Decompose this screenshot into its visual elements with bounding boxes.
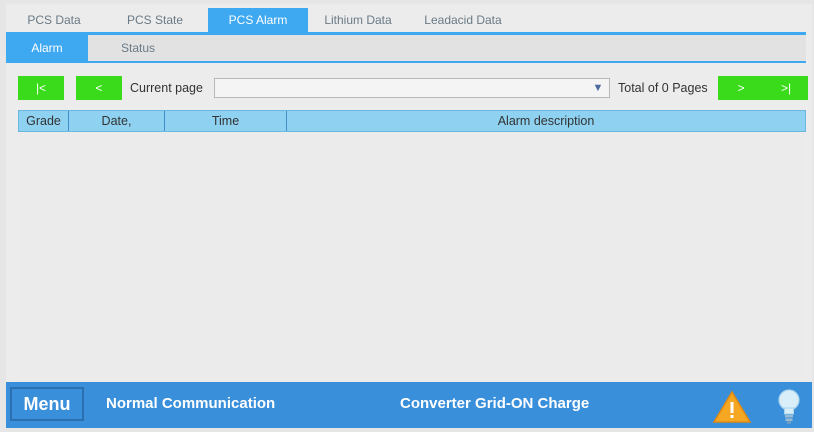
converter-status: Converter Grid-ON Charge — [400, 395, 590, 412]
communication-status: Normal Communication — [106, 395, 276, 412]
tab-pcs-alarm[interactable]: PCS Alarm — [208, 8, 308, 32]
sub-tab-bar: Alarm Status — [6, 35, 806, 61]
previous-page-button[interactable]: < — [76, 76, 122, 100]
first-page-button[interactable]: |< — [18, 76, 64, 100]
tab-status[interactable]: Status — [88, 35, 188, 61]
column-header-alarm-description: Alarm description — [497, 114, 595, 128]
column-header-grade: Grade — [19, 111, 69, 131]
total-pages-label: Total of 0 Pages — [618, 81, 708, 95]
tab-pcs-state[interactable]: PCS State — [102, 8, 208, 32]
menu-button[interactable]: Menu — [10, 387, 84, 421]
status-bar: Menu Normal Communication Converter Grid… — [6, 382, 812, 428]
top-tab-bar: PCS Data PCS State PCS Alarm Lithium Dat… — [6, 8, 812, 32]
column-header-time: Time — [165, 111, 287, 131]
current-page-label: Current page — [130, 81, 203, 95]
column-header-date: Date, — [69, 111, 165, 131]
alarm-table-header: Grade Date, Time Alarm description — [18, 110, 806, 132]
current-page-select[interactable]: ▼ — [214, 78, 610, 98]
tab-alarm[interactable]: Alarm — [6, 35, 88, 61]
tab-pcs-data[interactable]: PCS Data — [6, 8, 102, 32]
sub-tab-underline — [6, 61, 806, 63]
pager: |< < Current page ▼ Total of 0 Pages > >… — [18, 76, 808, 100]
next-page-button[interactable]: > — [718, 76, 764, 100]
warning-triangle-icon[interactable] — [712, 390, 752, 424]
alarm-table-body — [18, 132, 806, 382]
chevron-down-icon[interactable]: ▼ — [590, 81, 606, 95]
lightbulb-icon[interactable] — [776, 388, 802, 424]
tab-lithium-data[interactable]: Lithium Data — [308, 8, 408, 32]
pcs-alarm-screen: PCS Data PCS State PCS Alarm Lithium Dat… — [6, 4, 812, 428]
last-page-button[interactable]: >| — [764, 76, 808, 100]
tab-leadacid-data[interactable]: Leadacid Data — [408, 8, 518, 32]
